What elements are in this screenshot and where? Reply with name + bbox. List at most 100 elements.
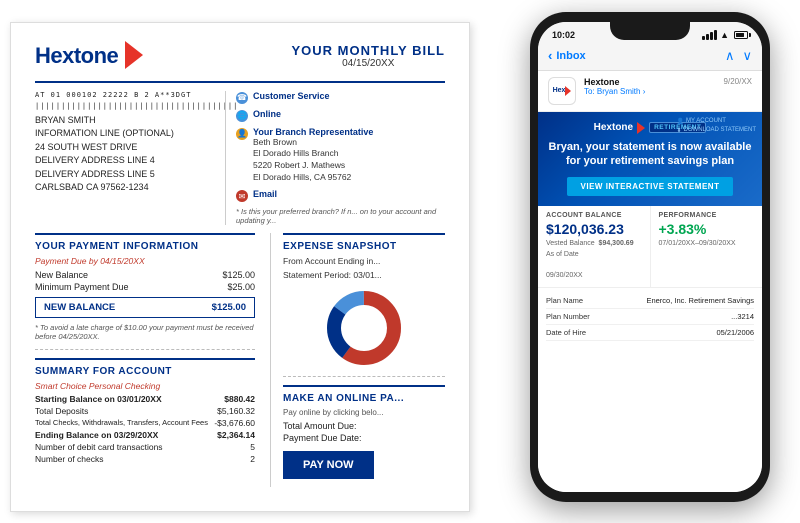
next-mail-button[interactable]: ∨ [742, 48, 752, 64]
banner-logo-text: Hextone [594, 122, 633, 133]
status-right: ▲ [702, 30, 748, 40]
summary-val-0: $880.42 [224, 394, 255, 404]
summary-row-1: Total Deposits $5,160.32 [35, 406, 255, 416]
performance-label: PERFORMANCE [659, 212, 755, 219]
summary-row-5: Number of checks 2 [35, 454, 255, 464]
address-line3: DELIVERY ADDRESS LINE 4 [35, 154, 215, 168]
as-of-date-row: As of Date 09/30/20XX [546, 250, 642, 282]
summary-row-0: Starting Balance on 03/01/20XX $880.42 [35, 394, 255, 404]
view-statement-button[interactable]: VIEW INTERACTIVE STATEMENT [567, 177, 734, 196]
payment-section-title: YOUR PAYMENT INFORMATION [35, 241, 255, 252]
phone-icon: ☎ [236, 92, 248, 104]
summary-section: SUMMARY FOR ACCOUNT Smart Choice Persona… [35, 358, 255, 464]
summary-label-3: Ending Balance on 03/29/20XX [35, 430, 158, 440]
contact-email: ✉ Email [236, 189, 445, 202]
email-sender-name: Hextone [584, 77, 716, 87]
barcode-graphic: ||||||||||||||||||||||||||||||||||||||| [35, 102, 215, 110]
divider2 [283, 376, 445, 377]
mail-nav-bar[interactable]: ‹ Inbox ∧ ∨ [538, 44, 762, 71]
expense-snapshot-section: EXPENSE SNAPSHOT From Account Ending in.… [283, 233, 445, 368]
address-line4: DELIVERY ADDRESS LINE 5 [35, 168, 215, 182]
summary-val-4: 5 [250, 442, 255, 452]
account-section: ACCOUNT BALANCE $120,036.23 Vested Balan… [538, 206, 762, 288]
payment-section: YOUR PAYMENT INFORMATION Payment Due by … [35, 233, 255, 341]
online-pay-section: MAKE AN ONLINE PA... Pay online by click… [283, 385, 445, 479]
bill-date: 04/15/20XX [291, 58, 445, 69]
logo-text: Hextone [35, 43, 118, 69]
summary-sub: Smart Choice Personal Checking [35, 381, 255, 391]
bill-title-block: YOUR MONTHLY BILL 04/15/20XX [291, 43, 445, 69]
address-line2: 24 SOUTH WEST DRIVE [35, 141, 215, 155]
email-body: Hextone RETIREMENT 👤 MY ACCOUNT [538, 112, 762, 492]
phone-wrapper: 10:02 ▲ [510, 12, 790, 512]
new-balance-amount: $125.00 [222, 270, 255, 280]
plan-row-2: Date of Hire 05/21/2006 [546, 325, 754, 341]
chevron-left-icon[interactable]: ‹ [548, 48, 552, 63]
banner-title: Bryan, your statement is now available f… [548, 140, 752, 169]
date-of-hire-label: Date of Hire [546, 328, 586, 337]
bar4 [714, 30, 717, 40]
person-icon: 👤 [236, 128, 248, 140]
expense-from: From Account Ending in... [283, 256, 445, 266]
battery-icon [734, 31, 748, 39]
email-banner: Hextone RETIREMENT 👤 MY ACCOUNT [538, 112, 762, 207]
branch-addr1: 5220 Robert J. Mathews [253, 160, 373, 172]
donut-chart [283, 288, 445, 368]
banner-logo-arrow-icon [637, 122, 645, 134]
phone-notch [610, 22, 690, 40]
email-date: 9/20/XX [724, 77, 752, 86]
banner-action-links: 👤 MY ACCOUNT ⬇ DOWNLOAD STATEMENT [677, 118, 756, 134]
summary-row-4: Number of debit card transactions 5 [35, 442, 255, 452]
summary-row-2: Total Checks, Withdrawals, Transfers, Ac… [35, 418, 255, 428]
email-logo-text: Hex [553, 87, 566, 94]
contact-online: 🌐 Online [236, 109, 445, 122]
rep-name: Beth Brown [253, 137, 373, 149]
my-account-link[interactable]: 👤 MY ACCOUNT [677, 118, 756, 125]
perf-period: 07/01/20XX–09/30/20XX [659, 239, 755, 250]
logo: Hextone [35, 43, 143, 69]
email-sender-logo: Hex [548, 77, 576, 105]
download-icon: ⬇ [677, 127, 682, 134]
globe-icon: 🌐 [236, 110, 248, 122]
address-line1: INFORMATION LINE (OPTIONAL) [35, 127, 215, 141]
logo-arrow-icon [125, 41, 143, 69]
email-recipient[interactable]: To: Bryan Smith › [584, 87, 716, 96]
expense-title: EXPENSE SNAPSHOT [283, 241, 445, 252]
plan-details: Plan Name Enerco, Inc. Retirement Saving… [538, 288, 762, 346]
bar2 [706, 34, 709, 40]
contact-block: ☎ Customer Service 🌐 Online 👤 Your Branc… [225, 91, 445, 226]
branch-addr2: El Dorado Hills, CA 95762 [253, 172, 373, 184]
plan-row-0: Plan Name Enerco, Inc. Retirement Saving… [546, 293, 754, 309]
new-balance-label: New Balance [35, 270, 88, 280]
plan-row-1: Plan Number ...3214 [546, 309, 754, 325]
email-note: * Is this your preferred branch? If n...… [236, 207, 445, 225]
date-of-hire-value: 05/21/2006 [716, 328, 754, 337]
bill-right-column: EXPENSE SNAPSHOT From Account Ending in.… [270, 233, 445, 487]
phone-outer: 10:02 ▲ [530, 12, 770, 502]
bar3 [710, 32, 713, 40]
performance-value: +3.83% [659, 221, 755, 237]
barcode-id: AT 01 000102 22222 B 2 A**3DGT [35, 91, 215, 99]
inbox-label: Inbox [556, 50, 585, 62]
prev-mail-button[interactable]: ∧ [725, 48, 735, 64]
new-balance-row: New Balance $125.00 [35, 270, 255, 280]
contact-customer-service: ☎ Customer Service [236, 91, 445, 104]
plan-name-label: Plan Name [546, 296, 583, 305]
address-block: AT 01 000102 22222 B 2 A**3DGT |||||||||… [35, 91, 215, 226]
bill-document: Hextone YOUR MONTHLY BILL 04/15/20XX AT … [10, 22, 470, 512]
account-sub-details: Vested Balance $94,300.69 As of Date 09/… [546, 239, 642, 281]
total-amount-row: Total Amount Due: [283, 421, 445, 431]
new-balance-box-amount: $125.00 [212, 302, 246, 313]
payment-due-row: Payment Due Date: [283, 433, 445, 443]
plan-number-label: Plan Number [546, 312, 590, 321]
min-payment-label: Minimum Payment Due [35, 282, 129, 292]
new-balance-box-label: NEW BALANCE [44, 302, 115, 313]
plan-number-value: ...3214 [731, 312, 754, 321]
divider [35, 349, 255, 350]
pay-now-button[interactable]: PAY NOW [283, 451, 374, 479]
summary-val-1: $5,160.32 [217, 406, 255, 416]
email-logo-arrow-icon [565, 86, 571, 96]
summary-val-5: 2 [250, 454, 255, 464]
download-statement-link[interactable]: ⬇ DOWNLOAD STATEMENT [677, 127, 756, 134]
email-banner-header: Hextone RETIREMENT 👤 MY ACCOUNT [548, 122, 752, 134]
